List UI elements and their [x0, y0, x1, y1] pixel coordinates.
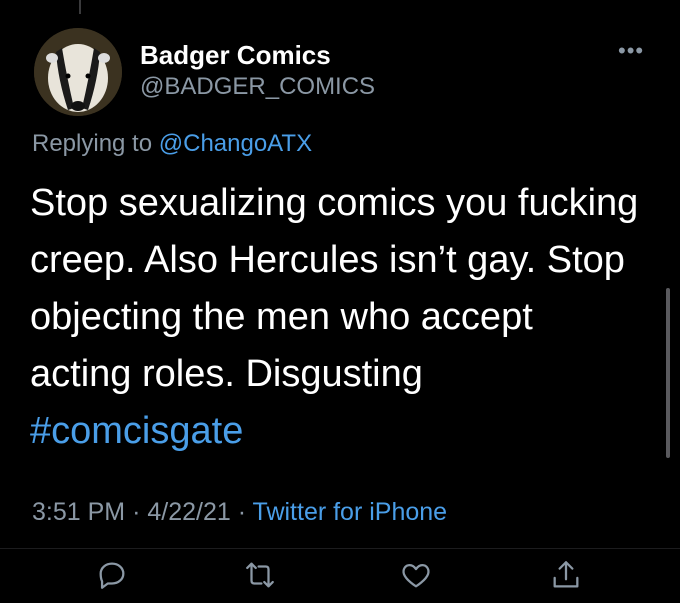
- thread-connector: [79, 0, 81, 14]
- tweet-time: 3:51 PM: [32, 498, 126, 526]
- scrollbar[interactable]: [666, 288, 670, 458]
- badger-avatar-image: [34, 28, 122, 116]
- like-icon: [402, 563, 430, 588]
- action-bar: [0, 555, 680, 595]
- avatar[interactable]: [34, 28, 122, 116]
- tweet-meta: 3:51 PM · 4/22/21 · Twitter for iPhone: [32, 498, 447, 527]
- comment-icon: [99, 562, 125, 589]
- comment-button[interactable]: [92, 555, 132, 595]
- tweet-date: 4/22/21: [147, 498, 231, 526]
- tweet-text: Stop sexualizing comics you fucking cree…: [30, 175, 660, 460]
- reply-mention-link[interactable]: @ChangoATX: [159, 130, 312, 157]
- tweet-text-line: Stop sexualizing comics you fucking: [30, 182, 639, 224]
- retweet-icon: [246, 562, 274, 588]
- tweet-text-line: creep. Also Hercules isn’t gay. Stop: [30, 239, 625, 281]
- tweet-text-line: acting roles. Disgusting: [30, 353, 423, 395]
- hashtag-link[interactable]: #comcisgate: [30, 403, 660, 460]
- tweet-text-line: objecting the men who accept: [30, 296, 533, 338]
- tweet-source-link[interactable]: Twitter for iPhone: [253, 498, 448, 526]
- meta-separator: ·: [132, 498, 141, 526]
- more-options-icon[interactable]: •••: [618, 38, 644, 64]
- author-name[interactable]: Badger Comics: [140, 40, 331, 71]
- meta-separator: ·: [237, 498, 247, 526]
- author-handle[interactable]: @BADGER_COMICS: [140, 73, 375, 101]
- retweet-button[interactable]: [240, 555, 280, 595]
- share-button[interactable]: [546, 555, 586, 595]
- replying-to: Replying to @ChangoATX: [32, 130, 312, 158]
- share-icon: [553, 561, 579, 588]
- like-button[interactable]: [396, 555, 436, 595]
- divider: [0, 548, 680, 549]
- replying-to-label: Replying to: [32, 130, 153, 157]
